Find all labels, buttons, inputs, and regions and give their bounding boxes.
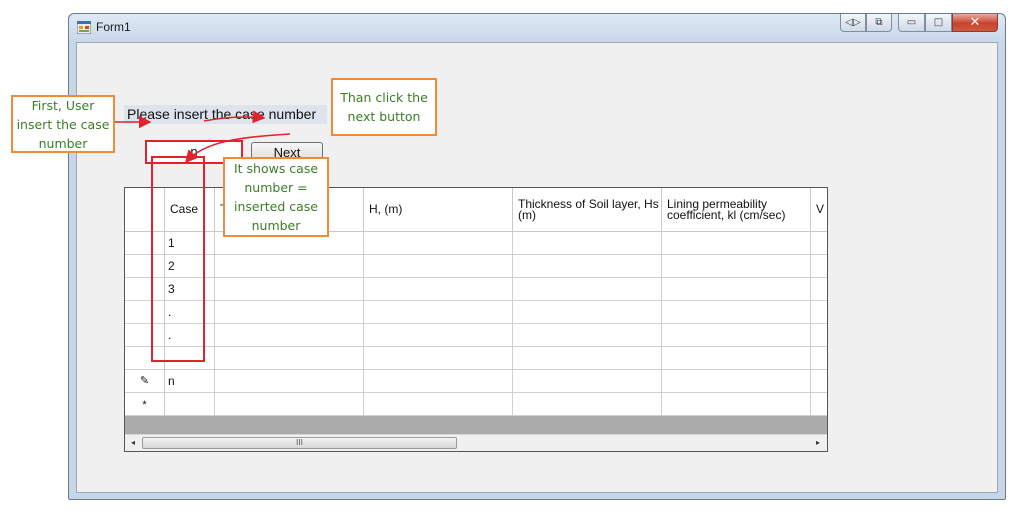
- title-bar[interactable]: Form1 ◁▷ ⧉ ▭ □ ✕: [69, 14, 1005, 42]
- grid-cell[interactable]: [811, 347, 827, 370]
- grid-cell[interactable]: [811, 393, 827, 416]
- grid-cell[interactable]: [662, 301, 811, 324]
- grid-cell[interactable]: [364, 324, 513, 347]
- callout-next-step: Than click the next button: [331, 78, 437, 136]
- callout-result: It shows case number = inserted case num…: [223, 157, 329, 237]
- scrollbar-thumb[interactable]: III: [142, 437, 457, 449]
- grid-cell[interactable]: [215, 393, 364, 416]
- grid-cell[interactable]: [811, 370, 827, 393]
- column-header-h[interactable]: H, (m): [364, 188, 513, 232]
- grid-cell[interactable]: [364, 232, 513, 255]
- grid-cell[interactable]: [811, 301, 827, 324]
- column-header-v[interactable]: V: [811, 188, 827, 232]
- grid-cell[interactable]: [513, 347, 662, 370]
- grid-cell[interactable]: [513, 370, 662, 393]
- grid-cell[interactable]: [215, 255, 364, 278]
- case-cell[interactable]: n: [165, 370, 215, 393]
- case-column-highlight: [151, 156, 205, 362]
- callout-first-step: First, User insert the case number: [11, 95, 115, 153]
- scroll-right-arrow-icon[interactable]: ▸: [812, 437, 824, 449]
- grid-cell[interactable]: [364, 255, 513, 278]
- window-title: Form1: [96, 20, 131, 34]
- grid-cell[interactable]: [215, 301, 364, 324]
- grid-cell[interactable]: [662, 393, 811, 416]
- grid-cell[interactable]: [364, 393, 513, 416]
- extra-caption-button-2[interactable]: ⧉: [866, 14, 892, 32]
- grid-cell[interactable]: [811, 278, 827, 301]
- row-header-new[interactable]: *: [125, 393, 165, 416]
- grid-cell[interactable]: [215, 278, 364, 301]
- grid-cell[interactable]: [513, 278, 662, 301]
- grid-cell[interactable]: [513, 255, 662, 278]
- grid-cell[interactable]: [513, 393, 662, 416]
- minimize-button[interactable]: ▭: [898, 14, 925, 32]
- grid-cell[interactable]: [662, 324, 811, 347]
- grid-cell[interactable]: [364, 278, 513, 301]
- grid-cell[interactable]: [811, 255, 827, 278]
- app-window: Form1 ◁▷ ⧉ ▭ □ ✕ Please insert the case …: [68, 13, 1006, 500]
- close-button[interactable]: ✕: [952, 14, 998, 32]
- extra-caption-button-1[interactable]: ◁▷: [840, 14, 866, 32]
- column-header-thickness[interactable]: Thickness of Soil layer, Hs (m): [513, 188, 662, 232]
- grid-cell[interactable]: [364, 301, 513, 324]
- grid-cell[interactable]: [215, 347, 364, 370]
- grid-cell[interactable]: [364, 347, 513, 370]
- maximize-button[interactable]: □: [925, 14, 952, 32]
- column-header-lining-permeability[interactable]: Lining permeability coefficient, kl (cm/…: [662, 188, 811, 232]
- grid-cell[interactable]: [662, 347, 811, 370]
- horizontal-scrollbar[interactable]: ◂ III ▸: [125, 434, 827, 451]
- grid-cell[interactable]: [662, 370, 811, 393]
- grid-cell[interactable]: [364, 370, 513, 393]
- grid-cell[interactable]: [215, 324, 364, 347]
- form-client-area: Please insert the case number n Next Cas…: [76, 42, 998, 493]
- grid-cell[interactable]: [662, 278, 811, 301]
- grid-cell[interactable]: [811, 232, 827, 255]
- row-header-editing[interactable]: ✎: [125, 370, 165, 393]
- case-cell[interactable]: [165, 393, 215, 416]
- grid-cell[interactable]: [811, 324, 827, 347]
- app-icon: [77, 21, 91, 34]
- grid-cell[interactable]: [513, 232, 662, 255]
- grid-cell[interactable]: [662, 232, 811, 255]
- prompt-label: Please insert the case number: [124, 105, 327, 124]
- grid-cell[interactable]: [215, 370, 364, 393]
- scroll-left-arrow-icon[interactable]: ◂: [127, 437, 139, 449]
- grid-cell[interactable]: [662, 255, 811, 278]
- grid-cell[interactable]: [513, 301, 662, 324]
- grid-cell[interactable]: [513, 324, 662, 347]
